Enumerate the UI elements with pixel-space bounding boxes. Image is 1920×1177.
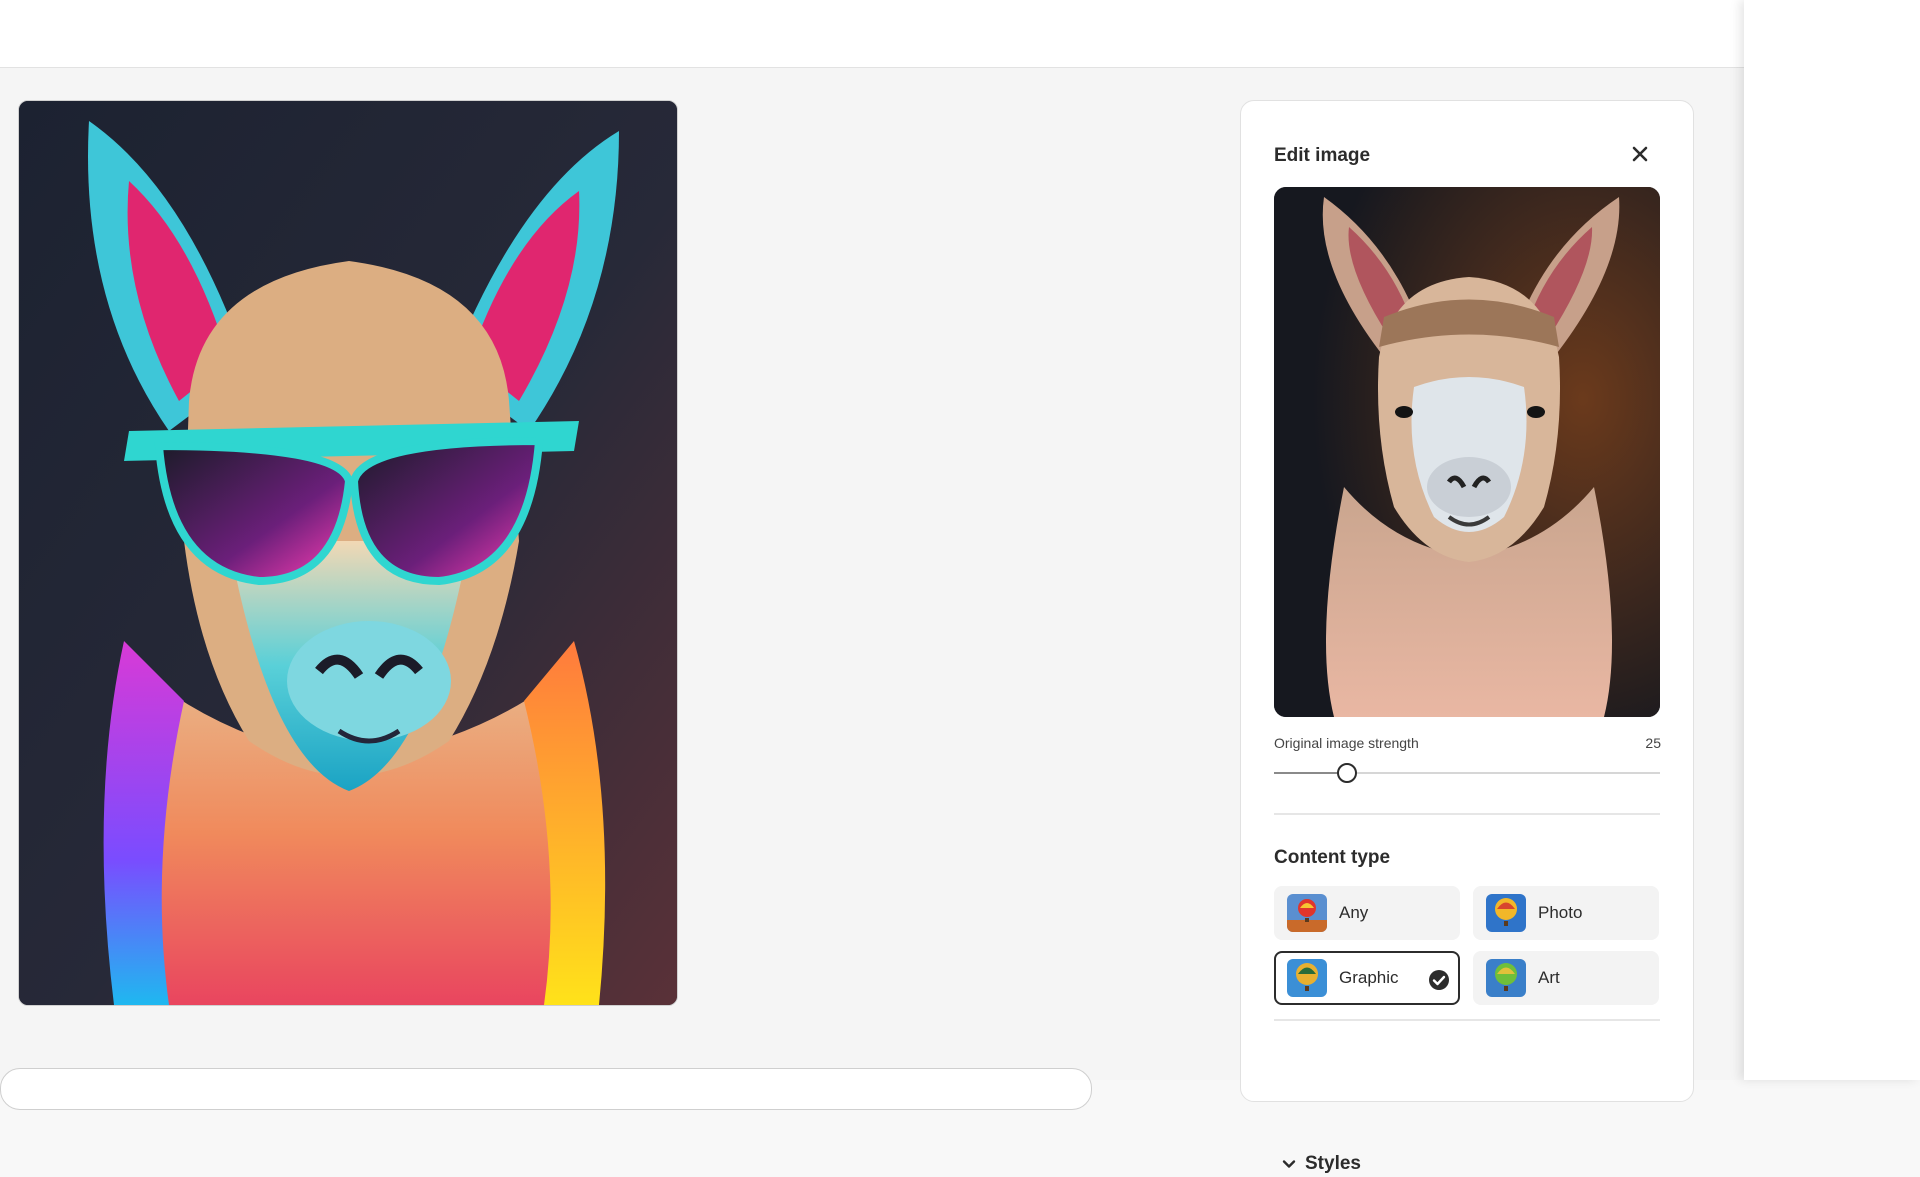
checkmark-icon [1429,970,1449,990]
strength-label: Original image strength [1274,735,1419,751]
option-label: Any [1339,903,1369,922]
content-type-art-option[interactable]: Art [1473,951,1659,1005]
llama-sunglasses-image [19,101,677,1005]
strength-value: 25 [1645,735,1661,751]
strength-slider[interactable] [1274,761,1660,785]
edit-image-panel: Edit image Original image strength 25 Co… [1240,100,1694,1174]
option-label: Photo [1538,903,1583,922]
art-balloon-icon [1486,959,1526,997]
generated-image-card[interactable] [18,100,678,1006]
top-bar [0,0,1744,68]
prompt-bar[interactable] [0,1068,1092,1110]
content-type-photo-option[interactable]: Photo [1473,886,1659,940]
chevron-down-icon [1282,1160,1296,1168]
option-label: Art [1538,968,1560,987]
photo-balloon-icon [1486,894,1526,932]
content-type-graphic-option[interactable]: Graphic [1274,951,1460,1005]
content-type-heading: Content type [1274,847,1391,868]
reference-image-preview[interactable] [1274,187,1660,717]
styles-section-toggle[interactable]: Styles [1281,1151,1361,1177]
right-gutter [1744,0,1920,1080]
divider [1274,1019,1660,1021]
close-button[interactable] [1625,139,1655,169]
any-balloon-icon [1287,894,1327,932]
llama-photo-image [1274,187,1660,717]
slider-thumb[interactable] [1337,763,1357,783]
divider [1274,813,1660,815]
option-label: Graphic [1339,968,1399,987]
content-type-any-option[interactable]: Any [1274,886,1460,940]
styles-label: Styles [1305,1153,1361,1174]
close-icon [1632,146,1648,162]
panel-title: Edit image [1274,145,1371,166]
graphic-balloon-icon [1287,959,1327,997]
